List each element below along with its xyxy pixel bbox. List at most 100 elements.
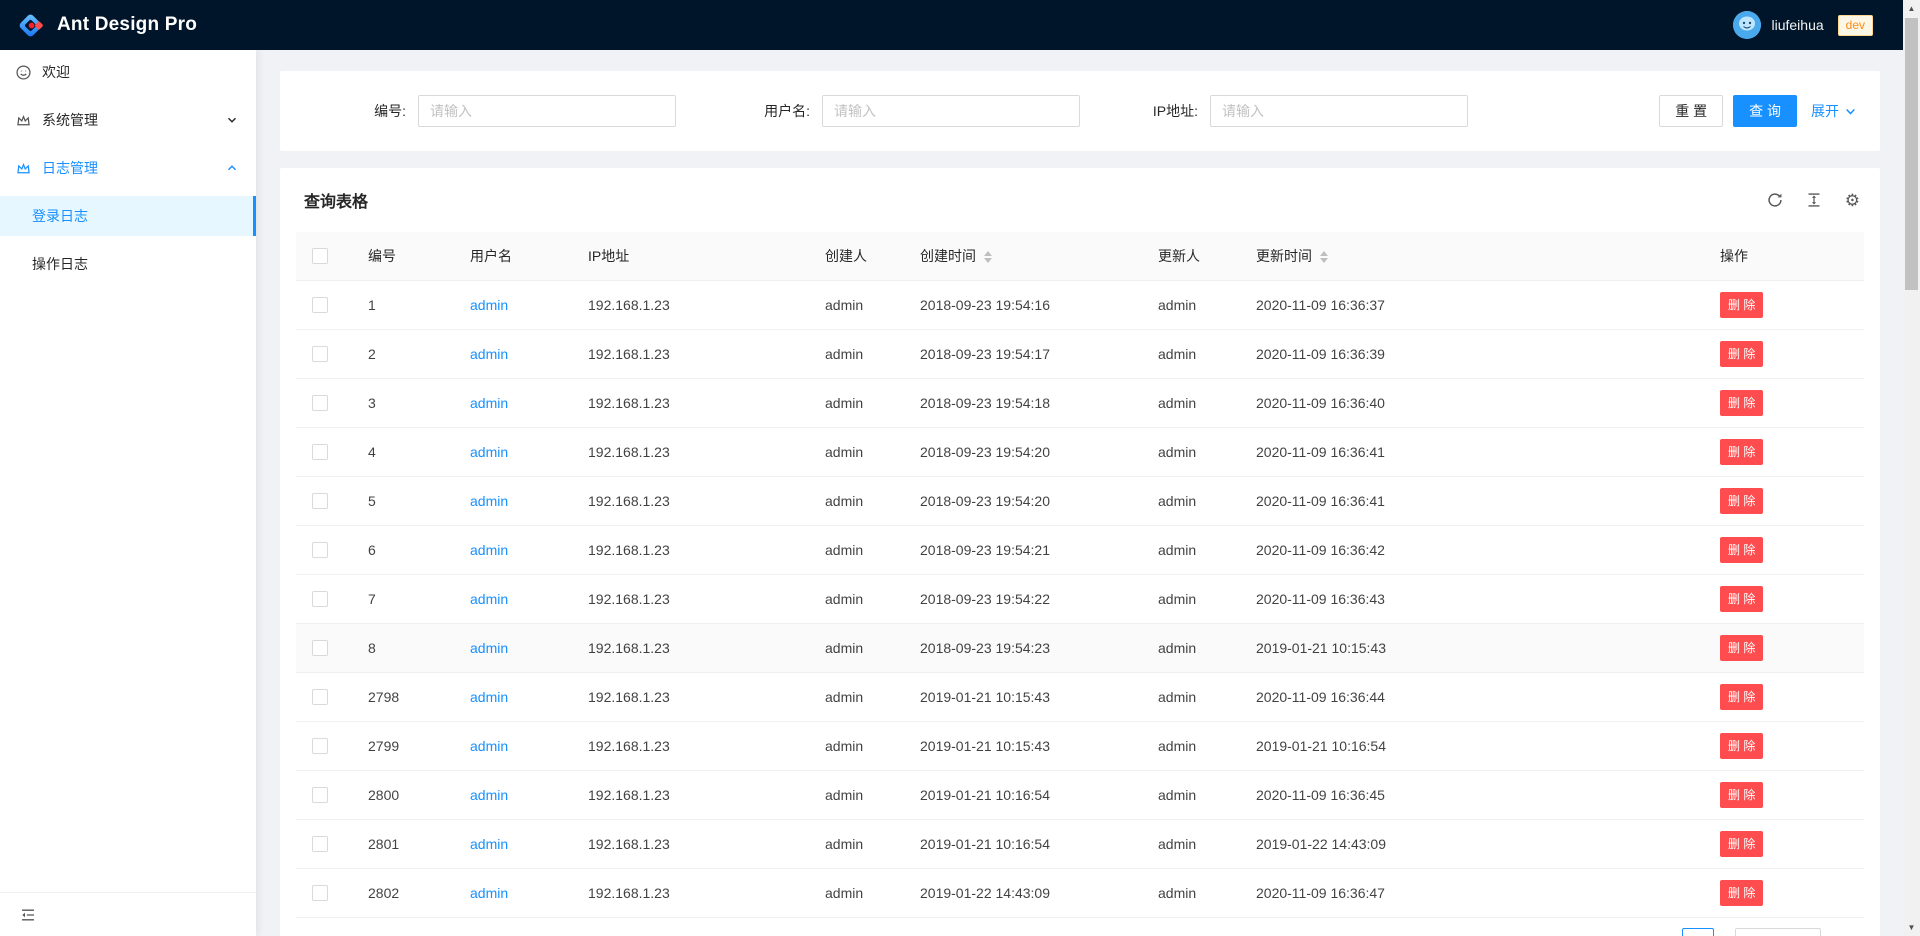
setting-gear-icon[interactable]: ⚙ bbox=[1845, 192, 1860, 209]
username-link[interactable]: admin bbox=[470, 885, 508, 901]
sorter-icon[interactable] bbox=[1320, 251, 1328, 263]
app-logo[interactable]: Ant Design Pro bbox=[17, 12, 197, 39]
username-link[interactable]: admin bbox=[470, 591, 508, 607]
row-checkbox[interactable] bbox=[312, 640, 328, 656]
cell-id: 2802 bbox=[352, 868, 454, 917]
delete-button[interactable]: 删 除 bbox=[1720, 733, 1763, 759]
sidebar-item-operation-log[interactable]: 操作日志 bbox=[0, 244, 256, 284]
row-checkbox[interactable] bbox=[312, 395, 328, 411]
delete-button[interactable]: 删 除 bbox=[1720, 488, 1763, 514]
scrollbar-down-arrow-icon[interactable]: ▼ bbox=[1903, 919, 1920, 936]
username-input[interactable] bbox=[822, 95, 1080, 127]
row-checkbox[interactable] bbox=[312, 493, 328, 509]
user-avatar[interactable] bbox=[1733, 11, 1761, 39]
delete-button[interactable]: 删 除 bbox=[1720, 292, 1763, 318]
delete-button[interactable]: 删 除 bbox=[1720, 831, 1763, 857]
sidebar-item-system-management[interactable]: 系统管理 bbox=[0, 100, 256, 140]
query-table: 编号 用户名 IP地址 创建人 创建时间 更新人 更新时间 操作 bbox=[296, 232, 1864, 918]
table-row: 3admin192.168.1.23admin2018-09-23 19:54:… bbox=[296, 378, 1864, 427]
reset-button[interactable]: 重 置 bbox=[1659, 95, 1723, 127]
cell-creator: admin bbox=[809, 868, 904, 917]
row-checkbox[interactable] bbox=[312, 346, 328, 362]
cell-creator: admin bbox=[809, 623, 904, 672]
cell-ip: 192.168.1.23 bbox=[572, 770, 809, 819]
cell-updated-time: 2019-01-21 10:15:43 bbox=[1240, 623, 1704, 672]
row-checkbox[interactable] bbox=[312, 738, 328, 754]
username-link[interactable]: admin bbox=[470, 689, 508, 705]
delete-button[interactable]: 删 除 bbox=[1720, 684, 1763, 710]
cell-updater: admin bbox=[1142, 721, 1240, 770]
username-link[interactable]: admin bbox=[470, 444, 508, 460]
delete-button[interactable]: 删 除 bbox=[1720, 341, 1763, 367]
username-link[interactable]: admin bbox=[470, 395, 508, 411]
cell-creator: admin bbox=[809, 427, 904, 476]
pagination-active-page[interactable] bbox=[1682, 928, 1714, 936]
table-row: 6admin192.168.1.23admin2018-09-23 19:54:… bbox=[296, 525, 1864, 574]
cell-ip: 192.168.1.23 bbox=[572, 329, 809, 378]
sidebar-item-log-management[interactable]: 日志管理 bbox=[0, 148, 256, 188]
cell-updated-time: 2020-11-09 16:36:41 bbox=[1240, 427, 1704, 476]
vertical-scrollbar[interactable]: ▲ ▼ bbox=[1903, 0, 1920, 936]
scrollbar-up-arrow-icon[interactable]: ▲ bbox=[1903, 0, 1920, 17]
delete-button[interactable]: 删 除 bbox=[1720, 390, 1763, 416]
row-checkbox[interactable] bbox=[312, 542, 328, 558]
table-row: 2801admin192.168.1.23admin2019-01-21 10:… bbox=[296, 819, 1864, 868]
select-all-checkbox[interactable] bbox=[312, 248, 328, 264]
username-link[interactable]: admin bbox=[470, 787, 508, 803]
column-header-username: 用户名 bbox=[454, 232, 572, 280]
row-checkbox[interactable] bbox=[312, 444, 328, 460]
search-button[interactable]: 查 询 bbox=[1733, 95, 1797, 127]
cell-ip: 192.168.1.23 bbox=[572, 378, 809, 427]
cell-updated-time: 2019-01-21 10:16:54 bbox=[1240, 721, 1704, 770]
delete-button[interactable]: 删 除 bbox=[1720, 880, 1763, 906]
sidebar-item-label: 操作日志 bbox=[32, 254, 88, 274]
cell-updated-time: 2020-11-09 16:36:45 bbox=[1240, 770, 1704, 819]
cell-created-time: 2018-09-23 19:54:22 bbox=[904, 574, 1142, 623]
filter-fields: 编号: 用户名: IP地址: bbox=[304, 95, 1659, 127]
table-row: 8admin192.168.1.23admin2018-09-23 19:54:… bbox=[296, 623, 1864, 672]
menu-fold-icon[interactable] bbox=[20, 907, 36, 923]
column-height-icon[interactable] bbox=[1806, 192, 1822, 208]
delete-button[interactable]: 删 除 bbox=[1720, 439, 1763, 465]
username-link[interactable]: admin bbox=[470, 738, 508, 754]
row-checkbox[interactable] bbox=[312, 297, 328, 313]
cell-creator: admin bbox=[809, 378, 904, 427]
row-checkbox[interactable] bbox=[312, 591, 328, 607]
cell-creator: admin bbox=[809, 574, 904, 623]
column-header-updater: 更新人 bbox=[1142, 232, 1240, 280]
row-checkbox[interactable] bbox=[312, 836, 328, 852]
username-link[interactable]: admin bbox=[470, 346, 508, 362]
scrollbar-thumb[interactable] bbox=[1905, 18, 1918, 290]
username-link[interactable]: admin bbox=[470, 640, 508, 656]
sidebar-item-login-log[interactable]: 登录日志 bbox=[0, 196, 256, 236]
username-link[interactable]: admin bbox=[470, 542, 508, 558]
column-header-updated-time[interactable]: 更新时间 bbox=[1240, 232, 1704, 280]
delete-button[interactable]: 删 除 bbox=[1720, 537, 1763, 563]
filter-field-ip: IP地址: bbox=[1088, 95, 1468, 127]
user-name[interactable]: liufeihua bbox=[1771, 17, 1823, 33]
reload-icon[interactable] bbox=[1767, 192, 1783, 208]
username-link[interactable]: admin bbox=[470, 297, 508, 313]
delete-button[interactable]: 删 除 bbox=[1720, 635, 1763, 661]
cell-creator: admin bbox=[809, 280, 904, 329]
search-filter-card: 编号: 用户名: IP地址: 重 置 查 询 展开 bbox=[280, 71, 1880, 151]
cell-ip: 192.168.1.23 bbox=[572, 427, 809, 476]
row-checkbox[interactable] bbox=[312, 689, 328, 705]
column-header-created-time[interactable]: 创建时间 bbox=[904, 232, 1142, 280]
id-input[interactable] bbox=[418, 95, 676, 127]
pagination-page-size-select[interactable] bbox=[1735, 928, 1821, 936]
expand-link[interactable]: 展开 bbox=[1811, 101, 1856, 121]
delete-button[interactable]: 删 除 bbox=[1720, 782, 1763, 808]
username-link[interactable]: admin bbox=[470, 493, 508, 509]
ip-input[interactable] bbox=[1210, 95, 1468, 127]
row-checkbox[interactable] bbox=[312, 787, 328, 803]
cell-updater: admin bbox=[1142, 623, 1240, 672]
sidebar: 欢迎 系统管理 日志管理 bbox=[0, 50, 256, 936]
cell-created-time: 2018-09-23 19:54:20 bbox=[904, 476, 1142, 525]
sidebar-item-welcome[interactable]: 欢迎 bbox=[0, 52, 256, 92]
delete-button[interactable]: 删 除 bbox=[1720, 586, 1763, 612]
top-header: Ant Design Pro liufeihua dev bbox=[0, 0, 1903, 50]
sorter-icon[interactable] bbox=[984, 251, 992, 263]
row-checkbox[interactable] bbox=[312, 885, 328, 901]
username-link[interactable]: admin bbox=[470, 836, 508, 852]
